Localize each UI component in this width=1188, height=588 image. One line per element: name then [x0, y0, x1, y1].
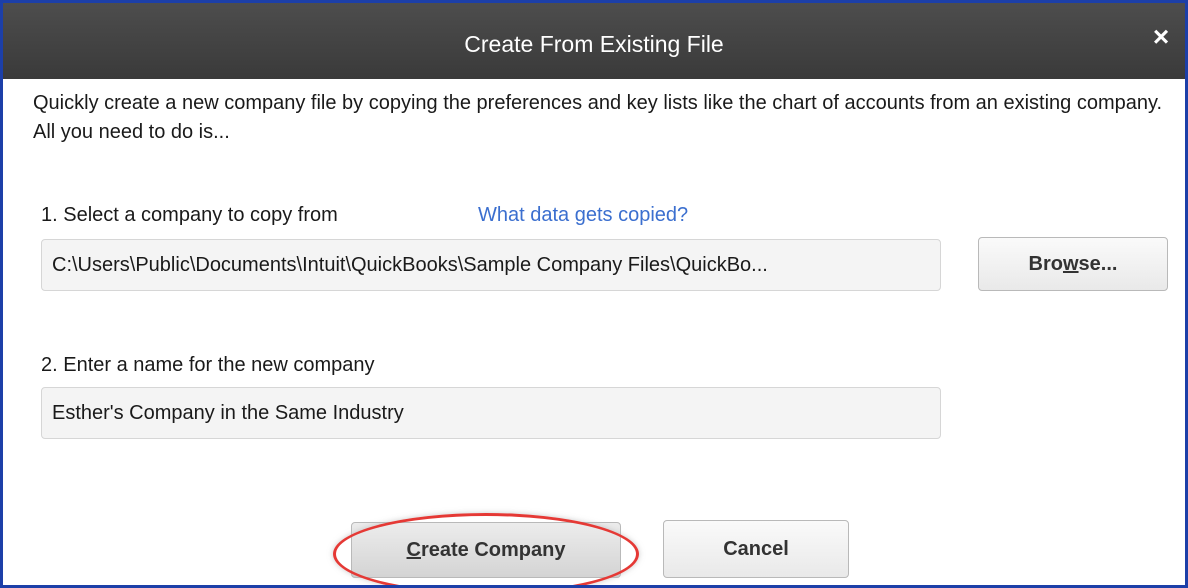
create-label-part: reate Company [420, 539, 566, 561]
create-company-button[interactable]: Create Company [351, 522, 621, 578]
intro-text: Quickly create a new company file by cop… [33, 92, 1163, 143]
close-icon[interactable]: × [1147, 23, 1175, 51]
dialog-body: Quickly create a new company file by cop… [3, 79, 1185, 585]
create-label-mnemonic: C [406, 539, 421, 561]
browse-label-mnemonic: w [1062, 253, 1079, 275]
company-file-path-field[interactable]: C:\Users\Public\Documents\Intuit\QuickBo… [41, 239, 941, 291]
step2-label: 2. Enter a name for the new company [41, 354, 375, 376]
title-bar: Create From Existing File × [3, 3, 1185, 79]
step1-label: 1. Select a company to copy from [41, 204, 338, 226]
browse-label-part: se... [1078, 253, 1118, 275]
what-data-gets-copied-link[interactable]: What data gets copied? [478, 204, 688, 227]
create-from-existing-file-dialog: Create From Existing File × Quickly crea… [0, 0, 1188, 588]
new-company-name-input[interactable]: Esther's Company in the Same Industry [41, 387, 941, 439]
dialog-title: Create From Existing File [464, 31, 724, 57]
browse-button[interactable]: Browse... [978, 237, 1168, 291]
cancel-button[interactable]: Cancel [663, 520, 849, 578]
browse-label-part: Bro [1028, 253, 1063, 275]
